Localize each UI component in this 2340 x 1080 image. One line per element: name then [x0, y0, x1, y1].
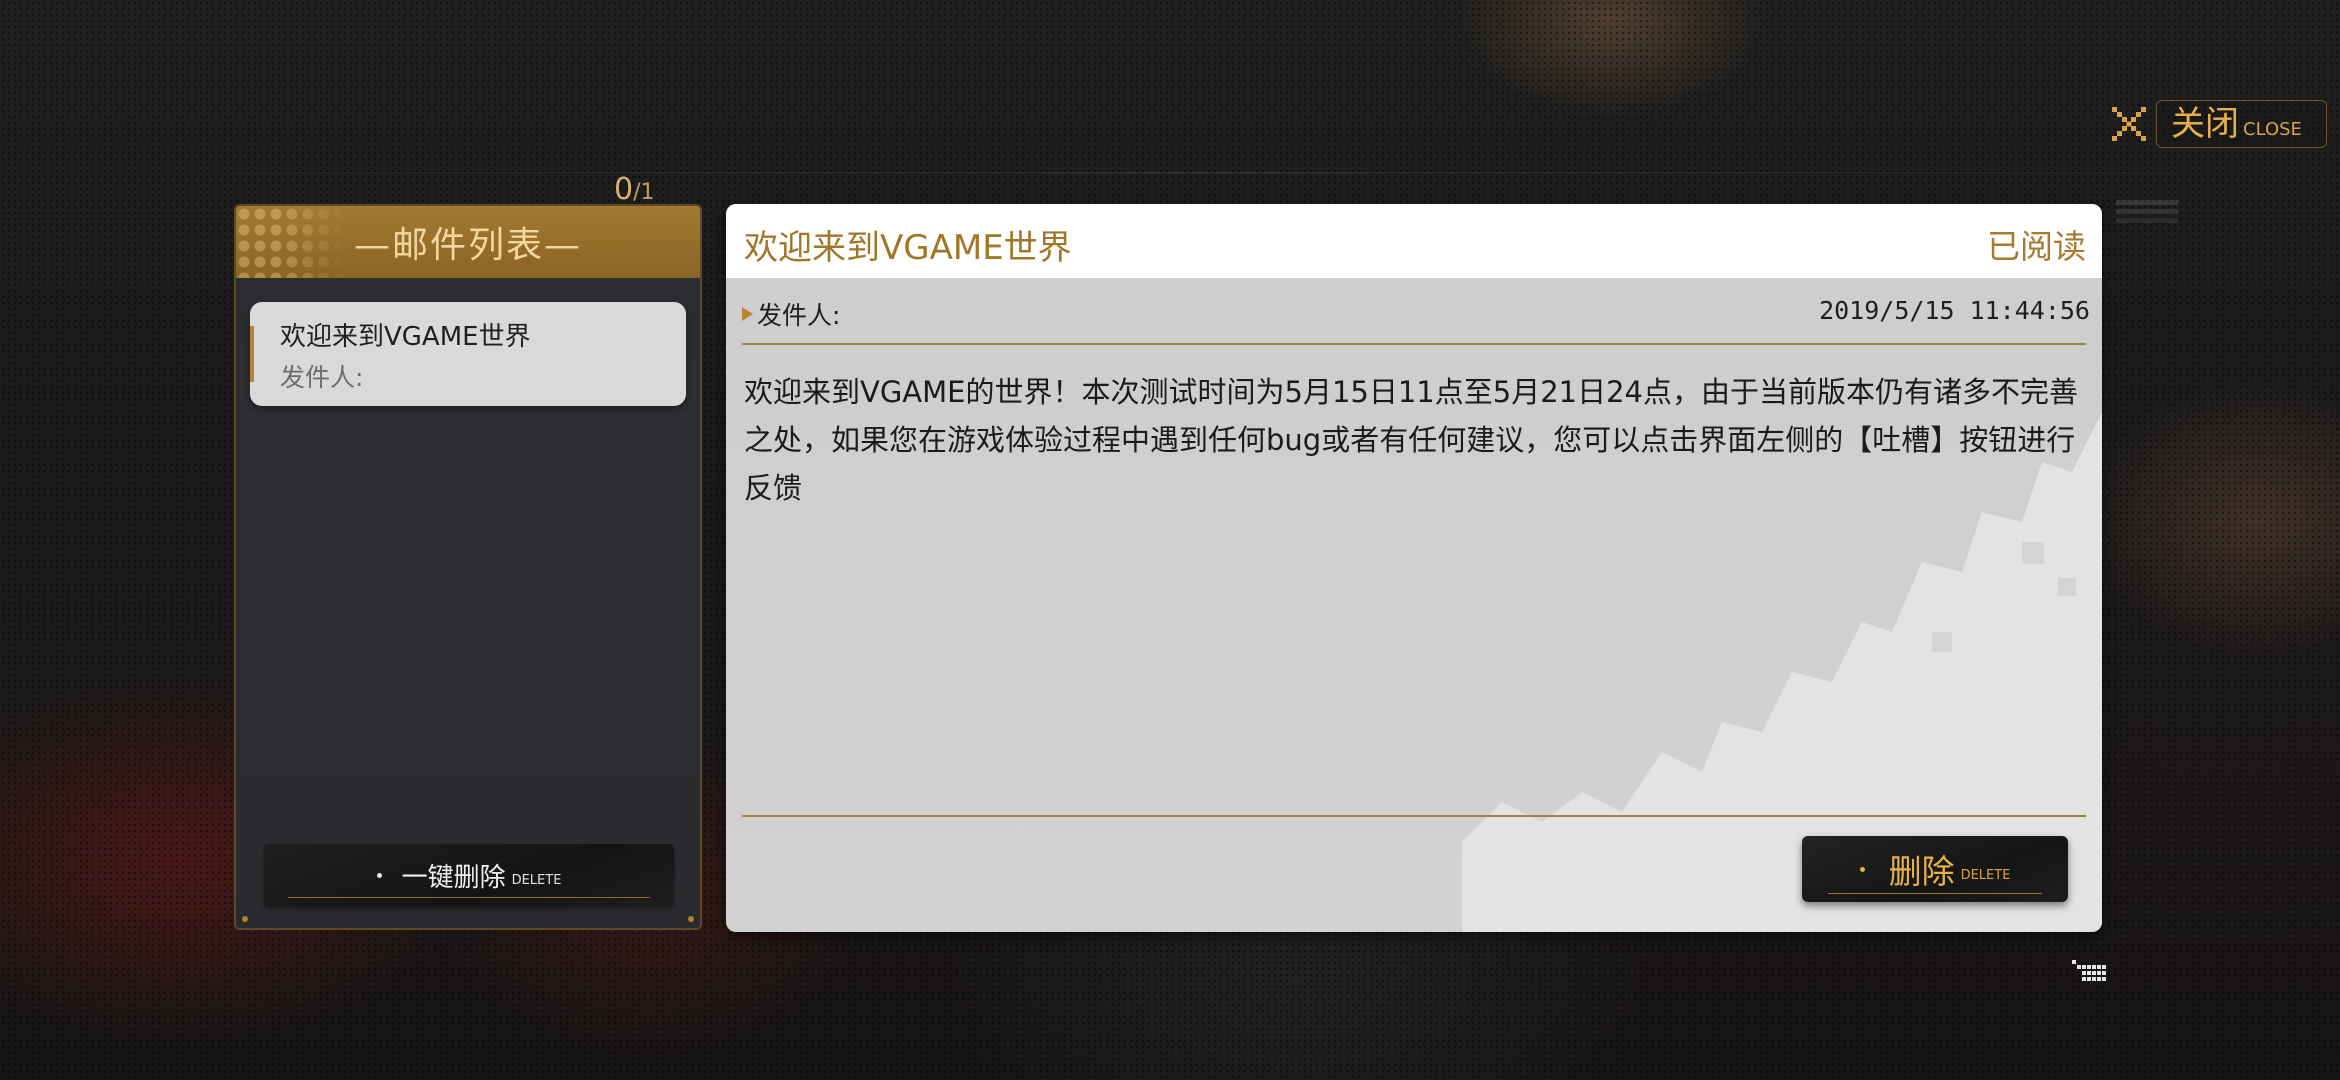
close-button[interactable]: 关闭 CLOSE: [2156, 100, 2327, 148]
mail-item-title: 欢迎来到VGAME世界: [280, 322, 531, 352]
mail-detail-header: 欢迎来到VGAME世界 已阅读: [726, 204, 2102, 278]
top-divider-line: [232, 172, 2176, 173]
close-control[interactable]: 关闭 CLOSE: [2110, 100, 2327, 148]
stripes-icon: [2116, 200, 2178, 223]
header-dot-pattern: [236, 206, 346, 278]
delete-label-en: DELETE: [1960, 867, 2011, 883]
mail-list-panel: —邮件列表— 欢迎来到VGAME世界 发件人: 一键删除 DELETE: [234, 204, 702, 930]
mail-count-total: /1: [633, 180, 655, 205]
bullet-dot-icon: [376, 872, 382, 878]
mail-list-header: —邮件列表—: [236, 206, 700, 278]
delete-label: 删除: [1888, 852, 1955, 891]
delete-button[interactable]: 删除 DELETE: [1802, 836, 2068, 902]
mail-counter: 0/1: [614, 172, 655, 207]
mail-timestamp: 2019/5/15 11:44:56: [1819, 296, 2090, 325]
selected-indicator: [250, 326, 254, 382]
button-underline: [288, 897, 650, 898]
corner-dot-right: [688, 916, 694, 922]
footer-divider: [742, 815, 2086, 817]
corner-dot-left: [242, 916, 248, 922]
mail-body-text: 欢迎来到VGAME的世界！本次测试时间为5月15日11点至5月21日24点，由于…: [744, 375, 2079, 505]
mail-list-item[interactable]: 欢迎来到VGAME世界 发件人:: [250, 302, 686, 406]
mail-item-sender: 发件人:: [280, 363, 364, 392]
mail-count-current: 0: [614, 172, 634, 207]
close-label-en: CLOSE: [2243, 119, 2302, 140]
sender-arrow-icon: [742, 307, 753, 321]
delete-all-button[interactable]: 一键删除 DELETE: [264, 844, 674, 906]
mail-detail-panel: 欢迎来到VGAME世界 已阅读 发件人: 2019/5/15 11:44:56 …: [726, 204, 2102, 932]
close-label: 关闭: [2171, 104, 2239, 144]
delete-all-label-en: DELETE: [511, 872, 562, 888]
sender-row: 发件人:: [742, 296, 840, 332]
sender-label: 发件人:: [757, 301, 841, 330]
delete-all-label: 一键删除: [401, 862, 506, 893]
bullet-dot-icon: [1859, 866, 1865, 872]
grid-icon: [2072, 960, 2106, 981]
mail-list-title: —邮件列表—: [353, 225, 582, 266]
header-divider: [742, 343, 2086, 345]
button-underline: [1828, 893, 2042, 894]
read-status-badge: 已阅读: [1987, 227, 2086, 266]
mail-title: 欢迎来到VGAME世界: [744, 228, 1072, 268]
close-x-icon: [2112, 107, 2146, 141]
